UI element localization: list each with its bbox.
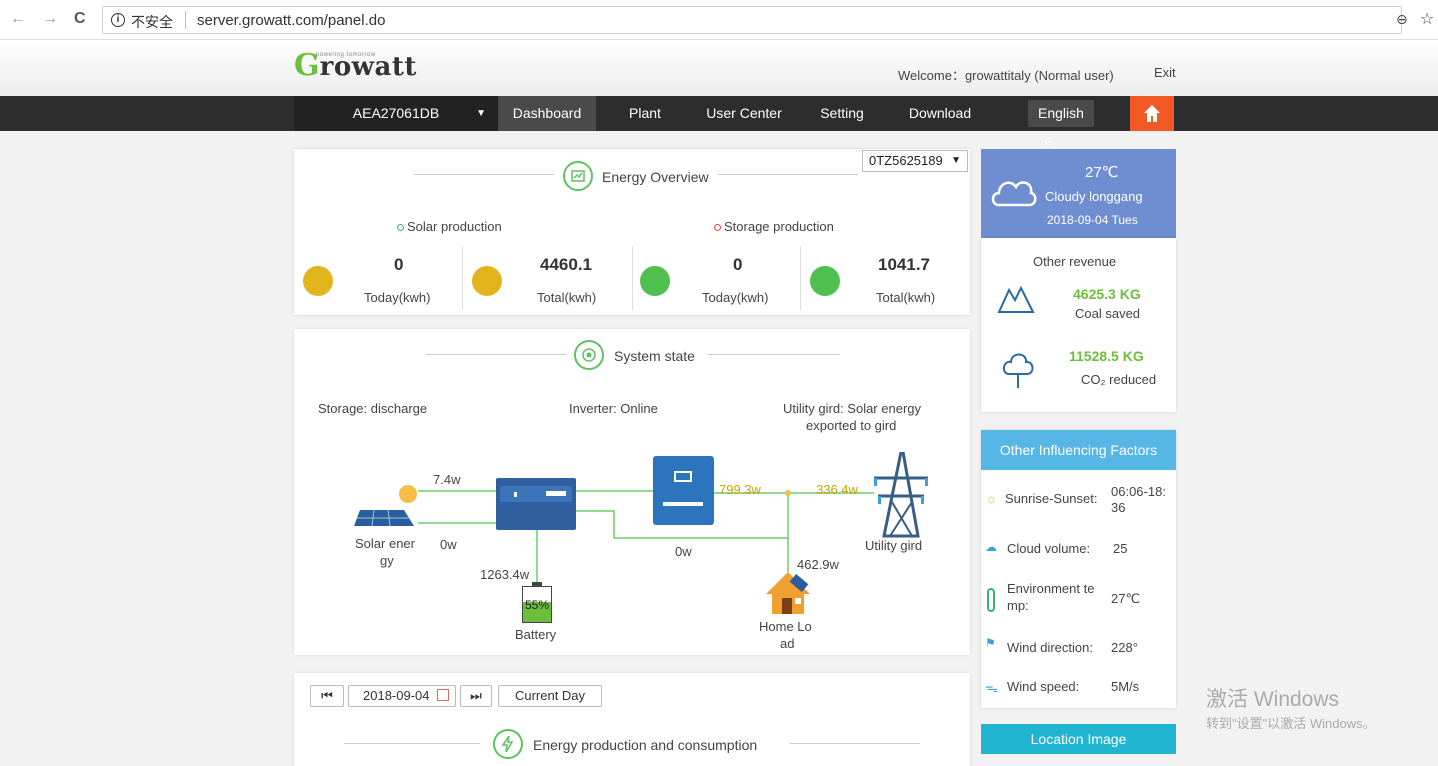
last-day-button[interactable]: ⏭: [460, 685, 492, 707]
production-title: Energy production and consumption: [533, 737, 758, 753]
home-label-2: ad: [780, 636, 795, 651]
inverter-flow: 799.3w: [719, 482, 761, 497]
wind-direction-icon: ⚑: [985, 636, 996, 650]
grid-flow: 336.4w: [816, 482, 858, 497]
divider: [344, 743, 480, 744]
utility-tower-icon: [866, 450, 936, 543]
wind-speed-label: Wind speed:: [1007, 679, 1080, 694]
coal-mountain-icon: [997, 285, 1035, 313]
home-load-icon: [764, 570, 812, 621]
environment-temp-label-2: mp:: [1007, 598, 1029, 613]
grid-label: Utility gird: [865, 538, 923, 553]
inverter-icon: [653, 456, 714, 525]
current-day-button[interactable]: Current Day: [498, 685, 602, 707]
solar-panel-icon: [354, 482, 420, 533]
date-value: 2018-09-04: [363, 688, 430, 703]
windows-watermark-subtitle: 转到"设置"以激活 Windows。: [1206, 716, 1376, 731]
storage-inverter-icon: [496, 478, 576, 530]
battery-flow: 1263.4w: [480, 567, 530, 582]
environment-temp-label-1: Environment te: [1007, 581, 1095, 596]
first-day-button[interactable]: ⏮: [310, 685, 344, 707]
battery-label: Battery: [515, 627, 557, 642]
cloud-volume-label: Cloud volume:: [1007, 541, 1091, 556]
solar-label-2: gy: [380, 553, 394, 568]
wind-speed-icon: ᯓ: [985, 680, 998, 695]
coal-saved-label: Coal saved: [1075, 306, 1141, 321]
environment-temp-value: 27℃: [1111, 591, 1141, 606]
co2-reduced-label: CO₂ reduced: [1081, 372, 1157, 387]
sunrise-value-1: 06:06-18:: [1111, 484, 1166, 499]
cloud-icon: [991, 181, 1037, 207]
sunrise-label: Sunrise-Sunset:: [1005, 491, 1098, 506]
wind-direction-label: Wind direction:: [1007, 640, 1093, 655]
thermometer-icon: [987, 588, 995, 612]
weather-city: Cloudy longgang: [1045, 189, 1143, 204]
home-flow: 462.9w: [797, 557, 839, 572]
coal-saved-value: 4625.3 KG: [1073, 286, 1141, 302]
solar-flow-bottom: 0w: [440, 537, 457, 552]
wind-direction-value: 228°: [1111, 640, 1138, 655]
divider: [790, 743, 920, 744]
wind-speed-value: 5M/s: [1111, 679, 1140, 694]
sunrise-icon: ☼: [985, 490, 998, 506]
weather-date: 2018-09-04 Tues: [1047, 213, 1138, 227]
co2-reduced-value: 11528.5 KG: [1069, 348, 1144, 364]
windows-watermark-title: 激活 Windows: [1206, 688, 1340, 711]
home-label-1: Home Lo: [759, 619, 812, 634]
solar-label-1: Solar ener: [355, 536, 415, 551]
lightning-icon: [493, 729, 523, 759]
solar-flow-top: 7.4w: [433, 472, 461, 487]
revenue-title: Other revenue: [1033, 254, 1117, 269]
date-picker[interactable]: 2018-09-04: [348, 685, 456, 707]
factors-title: Other Influencing Factors: [981, 430, 1176, 470]
cloud-volume-icon: ☁: [985, 540, 997, 554]
influencing-factors-card: Other Influencing Factors ☼ Sunrise-Suns…: [981, 430, 1176, 708]
weather-card: 27℃ Cloudy longgang 2018-09-04 Tues: [981, 149, 1176, 238]
calendar-icon[interactable]: [437, 689, 449, 701]
battery-percentage: 55%: [525, 598, 550, 612]
sunrise-value-2: 36: [1111, 500, 1126, 515]
location-image-header: Location Image: [981, 724, 1176, 754]
mid-flow: 0w: [675, 544, 692, 559]
revenue-card: Other revenue 4625.3 KG Coal saved 11528…: [981, 238, 1176, 412]
flow-diagram: [418, 490, 874, 586]
battery-icon: 55%: [522, 582, 552, 623]
co2-tree-icon: [1003, 353, 1034, 388]
cloud-volume-value: 25: [1113, 541, 1128, 556]
temperature: 27℃: [1085, 164, 1119, 181]
